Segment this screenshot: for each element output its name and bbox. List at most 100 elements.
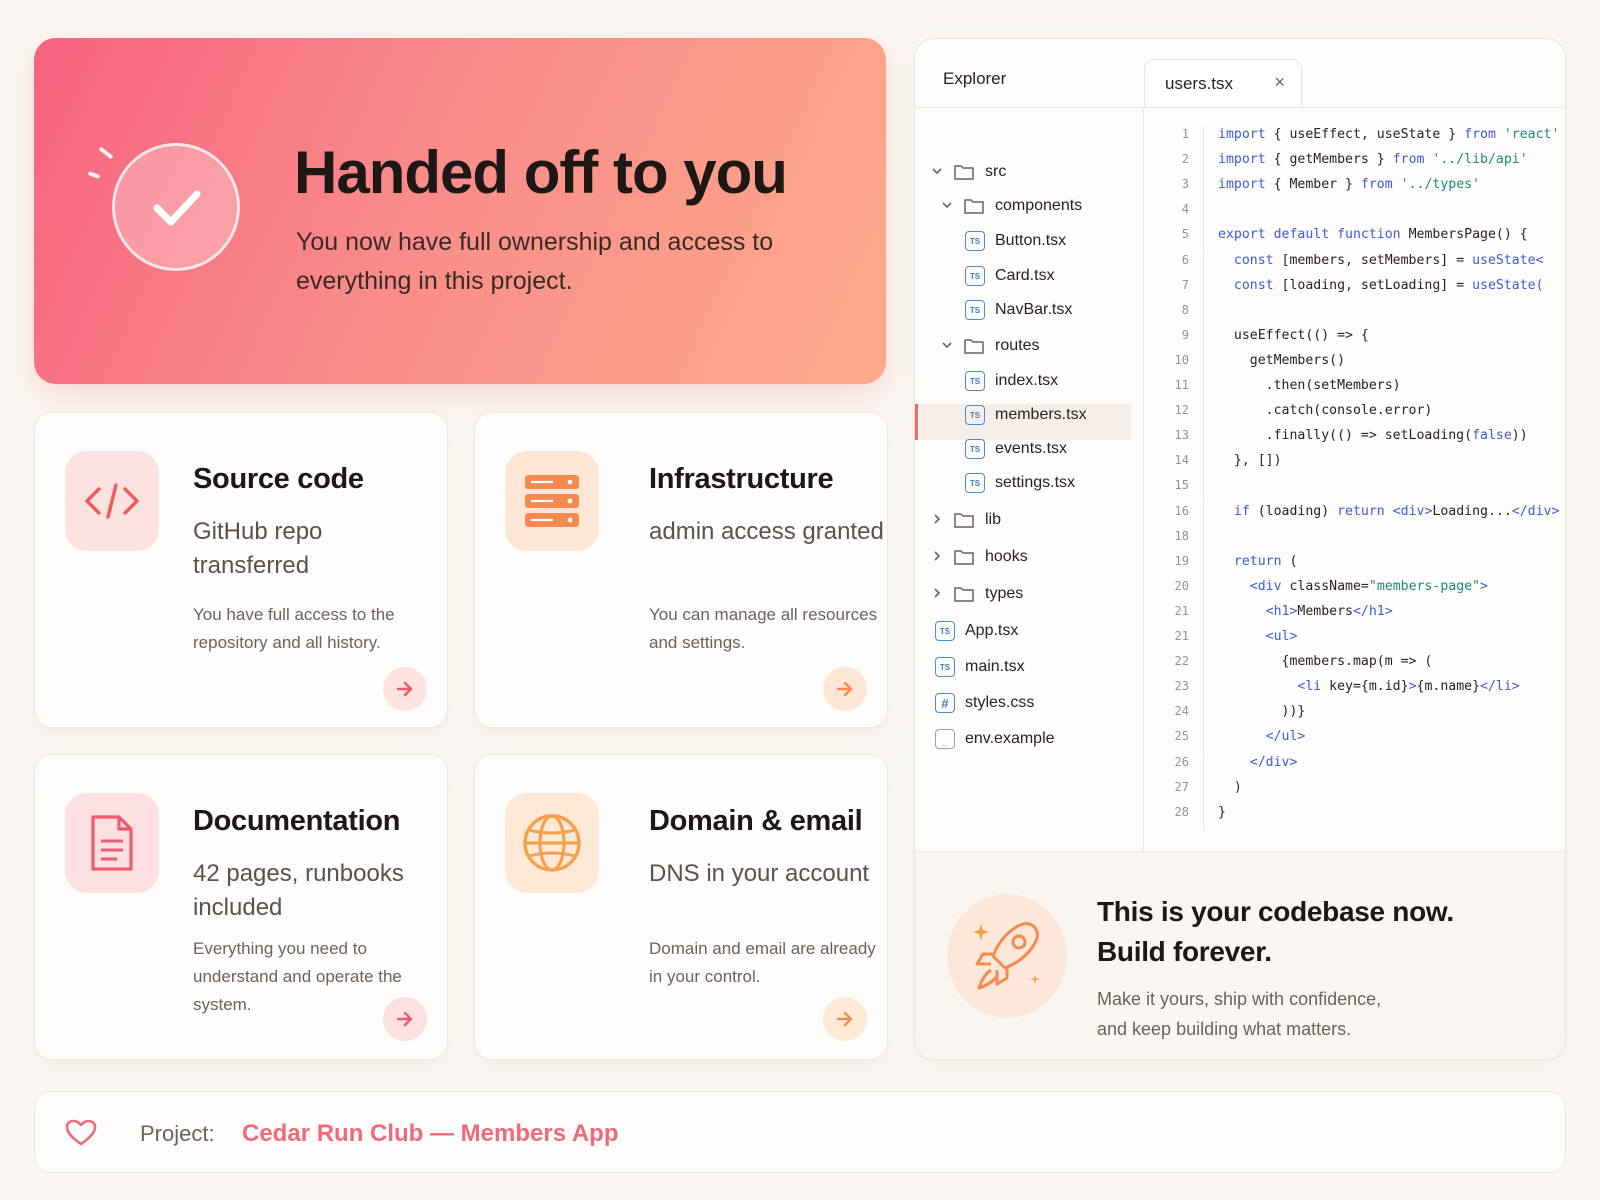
code-line: 14 }, []): [1143, 453, 1282, 479]
hero-check-wrap: [87, 143, 254, 283]
typescript-file-icon: TS: [965, 300, 985, 320]
tree-item-label: styles.css: [965, 694, 1035, 711]
chevron-right-icon[interactable]: [929, 513, 945, 528]
code-text: <li key={m.id}>{m.name}</li>: [1218, 679, 1520, 695]
line-number: 26: [1174, 754, 1189, 769]
code-text: {members.map(m => (: [1218, 654, 1433, 670]
tree-item-label: routes: [995, 337, 1040, 354]
line-number: 19: [1174, 553, 1189, 568]
typescript-file-icon: TS: [965, 473, 985, 493]
tree-item-label: Button.tsx: [995, 232, 1067, 249]
tree-file[interactable]: TS members.tsx: [965, 400, 1087, 430]
code-line: 1 import { useEffect, useState } from 're…: [1143, 127, 1559, 152]
typescript-file-icon: TS: [965, 405, 985, 425]
code-editor-panel: Explorer users.tsx × src components TS Butt…: [914, 38, 1566, 1060]
card-description: Domain and email are already in your con…: [649, 939, 876, 986]
card-source-code[interactable]: Source code GitHub repo transferred You …: [34, 412, 448, 728]
line-number: 21: [1174, 629, 1189, 643]
folder-icon: [953, 585, 975, 603]
card-infrastructure[interactable]: Infrastructure admin access granted You …: [474, 412, 888, 728]
line-number: 15: [1174, 478, 1189, 493]
typescript-file-icon: TS: [965, 371, 985, 391]
code-text: .finally(() => setLoading(false)): [1218, 428, 1528, 444]
globe-icon: [505, 793, 599, 893]
code-text: ))}: [1218, 704, 1306, 720]
code-line: 2 import { getMembers } from '../lib/api': [1143, 152, 1528, 178]
typescript-file-icon: TS: [935, 657, 955, 677]
line-number: 10: [1174, 352, 1189, 367]
card-domain-email[interactable]: Domain & email DNS in your account Domai…: [474, 754, 888, 1060]
code-text: </div>: [1218, 754, 1298, 770]
tree-folder[interactable]: src: [929, 157, 1006, 187]
code-line: 15: [1143, 478, 1218, 504]
tab-users-tsx[interactable]: users.tsx ×: [1144, 59, 1302, 107]
footer-subtitle-line: Make it yours, ship with confidence,: [1097, 989, 1382, 1009]
card-documentation[interactable]: Documentation 42 pages, runbooks include…: [34, 754, 448, 1060]
tree-item-label: main.tsx: [965, 658, 1025, 675]
line-number: 24: [1174, 704, 1189, 719]
typescript-file-icon: TS: [935, 621, 955, 641]
arrow-right-icon[interactable]: [383, 667, 427, 711]
code-line: 19 return (: [1143, 553, 1297, 579]
tree-file[interactable]: .. env.example: [935, 724, 1055, 754]
tree-file[interactable]: # styles.css: [935, 688, 1034, 718]
tree-file[interactable]: TS index.tsx: [965, 366, 1058, 396]
close-icon[interactable]: ×: [1274, 72, 1285, 93]
line-number: 27: [1174, 779, 1189, 794]
tree-file[interactable]: TS settings.tsx: [965, 468, 1075, 498]
code-text: }: [1218, 804, 1226, 820]
tree-item-label: env.example: [965, 730, 1055, 747]
editor-footer: This is your codebase now. Build forever…: [915, 851, 1565, 1059]
line-number: 18: [1174, 528, 1189, 543]
tree-file[interactable]: TS main.tsx: [935, 652, 1025, 682]
footer-title: This is your codebase now. Build forever…: [1097, 892, 1454, 972]
explorer-title: Explorer: [943, 69, 1007, 88]
tree-file[interactable]: TS NavBar.tsx: [965, 295, 1072, 325]
card-title: Infrastructure: [649, 463, 834, 495]
tree-file[interactable]: TS App.tsx: [935, 616, 1018, 646]
arrow-right-icon[interactable]: [383, 997, 427, 1041]
line-number: 5: [1181, 227, 1189, 242]
card-subtitle: DNS in your account: [649, 860, 870, 887]
card-description: You can manage all resources and setting…: [649, 605, 878, 652]
check-circle-icon: [112, 143, 240, 271]
line-number: 22: [1174, 654, 1189, 669]
code-text: .catch(console.error): [1218, 403, 1433, 419]
footer-title-line: Build forever.: [1097, 936, 1272, 967]
tree-folder[interactable]: routes: [939, 331, 1039, 361]
tree-folder[interactable]: lib: [929, 505, 1001, 535]
line-number: 2: [1181, 152, 1189, 167]
code-line: 12 .catch(console.error): [1143, 403, 1433, 429]
code-text: import { getMembers } from '../lib/api': [1218, 152, 1528, 168]
project-bar: Project: Cedar Run Club — Members App: [34, 1091, 1566, 1173]
tree-file[interactable]: TS Card.tsx: [965, 261, 1055, 291]
chevron-right-icon[interactable]: [929, 587, 945, 602]
tree-folder[interactable]: components: [939, 191, 1082, 221]
line-number: 20: [1174, 578, 1189, 593]
code-line: 21 <h1>Members</h1>: [1143, 603, 1393, 629]
line-number: 7: [1181, 277, 1189, 292]
arrow-right-icon[interactable]: [823, 667, 867, 711]
card-title: Documentation: [193, 805, 401, 837]
folder-icon: [963, 337, 985, 355]
chevron-down-icon[interactable]: [939, 199, 955, 214]
line-number: 4: [1181, 202, 1189, 217]
tree-folder[interactable]: types: [929, 579, 1023, 609]
tree-item-label: src: [985, 163, 1007, 180]
chevron-right-icon[interactable]: [929, 550, 945, 565]
chevron-down-icon[interactable]: [939, 339, 955, 354]
project-name[interactable]: Cedar Run Club — Members App: [242, 1120, 618, 1148]
card-title: Domain & email: [649, 805, 863, 837]
code-line: 22 {members.map(m => (: [1143, 654, 1433, 680]
arrow-right-icon[interactable]: [823, 997, 867, 1041]
line-number: 25: [1174, 729, 1189, 744]
project-label: Project:: [140, 1121, 215, 1146]
tree-file[interactable]: TS events.tsx: [965, 434, 1067, 464]
hero-subtitle: You now have full ownership and access t…: [296, 228, 774, 295]
code-text: import { useEffect, useState } from 'rea…: [1218, 127, 1560, 142]
tree-file[interactable]: TS Button.tsx: [965, 226, 1066, 256]
tree-folder[interactable]: hooks: [929, 542, 1028, 572]
tree-item-label: Card.tsx: [995, 267, 1055, 284]
chevron-down-icon[interactable]: [929, 165, 945, 180]
code-line: 4: [1143, 202, 1218, 228]
